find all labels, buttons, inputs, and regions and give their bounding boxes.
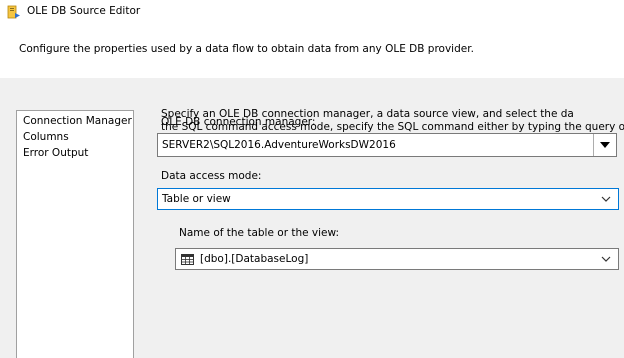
connection-manager-combobox[interactable]: SERVER2\SQL2016.AdventureWorksDW2016: [157, 133, 617, 157]
title-bar: OLE DB Source Editor: [0, 0, 624, 24]
table-icon: [181, 253, 194, 265]
page-navigation-list: Connection Manager Columns Error Output: [16, 110, 134, 358]
data-access-mode-combobox[interactable]: Table or view: [157, 188, 619, 210]
connection-manager-value: SERVER2\SQL2016.AdventureWorksDW2016: [162, 139, 396, 151]
window-title: OLE DB Source Editor: [27, 5, 141, 17]
header-description: Configure the properties used by a data …: [19, 43, 474, 55]
ole-db-source-icon: [7, 5, 20, 19]
chevron-down-icon: [601, 196, 611, 202]
data-access-mode-value: Table or view: [162, 193, 231, 205]
connection-manager-dropdown-button[interactable]: [593, 134, 616, 156]
nav-item-connection-manager[interactable]: Connection Manager: [17, 113, 133, 129]
connection-manager-label: OLE DB connection manager:: [161, 116, 316, 128]
data-access-mode-label: Data access mode:: [161, 170, 262, 182]
table-name-combobox[interactable]: [dbo].[DatabaseLog]: [175, 248, 619, 270]
dropdown-arrow-icon: [600, 142, 610, 148]
table-name-label: Name of the table or the view:: [179, 227, 340, 239]
nav-item-error-output[interactable]: Error Output: [17, 145, 133, 161]
table-name-value: [dbo].[DatabaseLog]: [200, 253, 309, 265]
chevron-down-icon: [601, 256, 611, 262]
nav-item-columns[interactable]: Columns: [17, 129, 133, 145]
header-panel: Configure the properties used by a data …: [0, 24, 624, 78]
